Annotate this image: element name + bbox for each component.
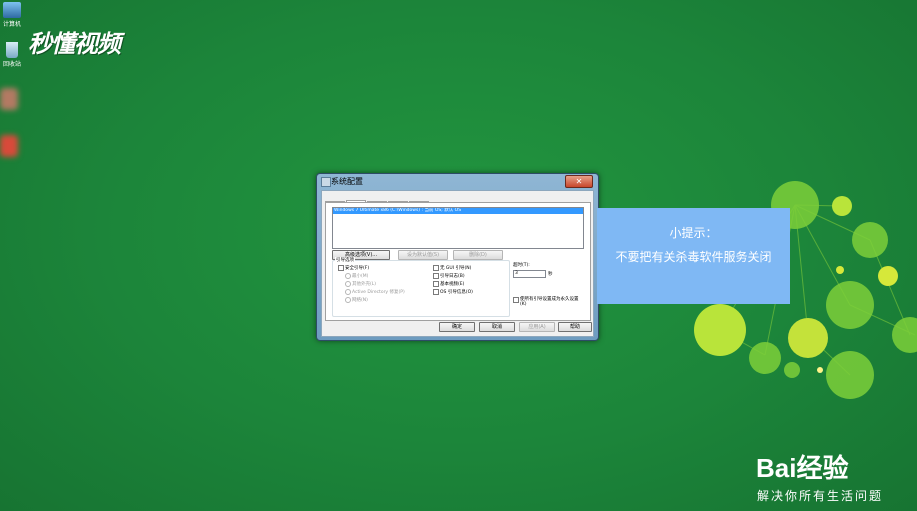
delete-button[interactable]: 删除(D) bbox=[453, 250, 503, 260]
boot-log-label: 引导日志(B) bbox=[440, 274, 465, 279]
network-radio[interactable] bbox=[345, 297, 351, 303]
os-info-checkbox[interactable] bbox=[433, 289, 439, 295]
desktop-icon-computer[interactable]: 计算机 bbox=[0, 2, 24, 28]
alternate-shell-label: 其他外壳(L) bbox=[352, 282, 377, 287]
active-directory-radio[interactable] bbox=[345, 289, 351, 295]
desktop-icon-label: 回收站 bbox=[2, 61, 21, 68]
tab-strip: 常规引导服务启动工具 bbox=[325, 192, 430, 211]
base-video-checkbox[interactable] bbox=[433, 281, 439, 287]
desktop-icon-recycle-bin[interactable]: 回收站 bbox=[0, 42, 24, 68]
timeout-input[interactable]: 3 bbox=[513, 270, 546, 278]
alternate-shell-radio[interactable] bbox=[345, 281, 351, 287]
blurred-desktop-icon[interactable] bbox=[0, 88, 18, 110]
boot-log-checkbox[interactable] bbox=[433, 273, 439, 279]
logo-text: 秒懂视频 bbox=[28, 30, 121, 58]
active-directory-label: Active Directory 修复(P) bbox=[352, 290, 405, 295]
os-info-label: OS 引导信息(O) bbox=[440, 290, 473, 295]
ok-button[interactable]: 确定 bbox=[439, 322, 475, 332]
no-gui-label: 无 GUI 引导(N) bbox=[440, 266, 472, 271]
boot-tab-panel: Windows 7 Ultimate x86 (C:\Windows) : 当前… bbox=[325, 202, 591, 321]
os-list[interactable]: Windows 7 Ultimate x86 (C:\Windows) : 当前… bbox=[332, 207, 584, 249]
window-body: 常规引导服务启动工具 Windows 7 Ultimate x86 (C:\Wi… bbox=[321, 190, 594, 337]
cancel-button[interactable]: 取消 bbox=[479, 322, 515, 332]
no-gui-checkbox[interactable] bbox=[433, 265, 439, 271]
close-button[interactable]: ✕ bbox=[565, 175, 593, 188]
timeout-label: 超时(T): bbox=[513, 263, 530, 268]
boot-options-label: 引导选项 bbox=[335, 257, 355, 263]
safe-boot-label: 安全引导(F) bbox=[345, 266, 370, 271]
baidu-jingyan-logo: Bai经验 bbox=[756, 448, 848, 485]
os-list-item-selected[interactable]: Windows 7 Ultimate x86 (C:\Windows) : 当前… bbox=[333, 208, 583, 214]
miaodong-logo: 秒懂视频 bbox=[28, 24, 121, 59]
tip-box: 小提示： 不要把有关杀毒软件服务关闭 bbox=[597, 208, 790, 304]
tip-text: 不要把有关杀毒软件服务关闭 bbox=[615, 250, 772, 264]
help-button[interactable]: 帮助 bbox=[558, 322, 592, 332]
make-permanent-label: 使所有引导设置成为永久设置(K) bbox=[520, 297, 579, 307]
apply-button[interactable]: 应用(A) bbox=[519, 322, 555, 332]
network-label: 网络(N) bbox=[352, 298, 368, 303]
minimal-radio[interactable] bbox=[345, 273, 351, 279]
minimal-label: 最小(M) bbox=[352, 274, 369, 279]
desktop-background: 计算机 回收站 秒懂视频 系统配置 ✕ Windows 7 Ultimate x… bbox=[0, 0, 917, 511]
brand-name: Bai经验 bbox=[756, 453, 849, 483]
base-video-label: 基本视频(E) bbox=[440, 282, 465, 287]
blurred-desktop-icon[interactable] bbox=[0, 135, 18, 157]
window-title: 系统配置 bbox=[331, 177, 363, 186]
set-default-button[interactable]: 设为默认值(S) bbox=[398, 250, 448, 260]
msconfig-icon bbox=[321, 177, 331, 187]
brand-tagline: 解决你所有生活问题 bbox=[757, 489, 884, 503]
safe-boot-checkbox[interactable] bbox=[338, 265, 344, 271]
make-permanent-checkbox[interactable] bbox=[513, 297, 519, 303]
tip-heading: 小提示： bbox=[669, 226, 718, 240]
computer-icon bbox=[3, 2, 21, 18]
recycle-bin-icon bbox=[6, 42, 18, 58]
timeout-unit: 秒 bbox=[548, 272, 553, 277]
desktop-icon-label: 计算机 bbox=[2, 21, 21, 28]
system-config-window: 系统配置 ✕ 常规引导服务启动工具 Windows 7 Ultimate x86… bbox=[316, 173, 599, 341]
window-titlebar[interactable]: 系统配置 ✕ bbox=[317, 174, 598, 189]
